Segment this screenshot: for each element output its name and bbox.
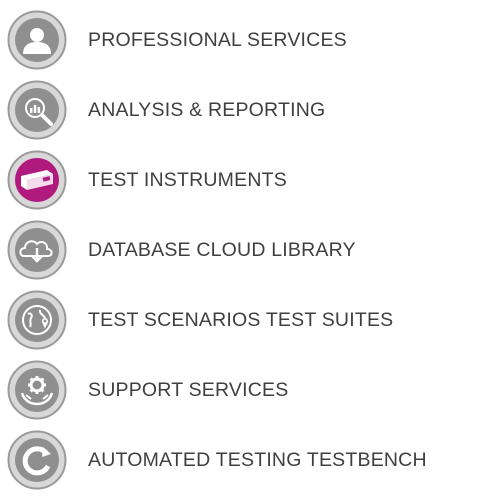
- menu-item-label: SUPPORT SERVICES: [88, 378, 289, 401]
- menu-item-label: PROFESSIONAL SERVICES: [88, 28, 347, 51]
- menu-item-analysis-reporting[interactable]: ANALYSIS & REPORTING: [7, 80, 495, 152]
- menu-item-professional-services[interactable]: PROFESSIONAL SERVICES: [7, 10, 495, 82]
- globe-pin-icon: [7, 290, 67, 350]
- instrument-box-icon: [7, 150, 67, 210]
- menu-item-label: TEST SCENARIOS TEST SUITES: [88, 308, 394, 331]
- menu-item-label: DATABASE CLOUD LIBRARY: [88, 238, 356, 261]
- person-icon: [7, 10, 67, 70]
- services-menu: PROFESSIONAL SERVICES ANALYSIS & REPORTI…: [7, 10, 495, 502]
- menu-item-automated-testing-testbench[interactable]: AUTOMATED TESTING TESTBENCH: [7, 430, 495, 502]
- magnifier-chart-icon: [7, 80, 67, 140]
- gear-hands-icon: [7, 360, 67, 420]
- menu-item-test-scenarios-test-suites[interactable]: TEST SCENARIOS TEST SUITES: [7, 290, 495, 362]
- refresh-icon: [7, 430, 67, 490]
- menu-item-database-cloud-library[interactable]: DATABASE CLOUD LIBRARY: [7, 220, 495, 292]
- menu-item-label: AUTOMATED TESTING TESTBENCH: [88, 448, 427, 471]
- menu-item-label: TEST INSTRUMENTS: [88, 168, 287, 191]
- menu-item-test-instruments[interactable]: TEST INSTRUMENTS: [7, 150, 495, 222]
- menu-item-support-services[interactable]: SUPPORT SERVICES: [7, 360, 495, 432]
- cloud-download-icon: [7, 220, 67, 280]
- menu-item-label: ANALYSIS & REPORTING: [88, 98, 326, 121]
